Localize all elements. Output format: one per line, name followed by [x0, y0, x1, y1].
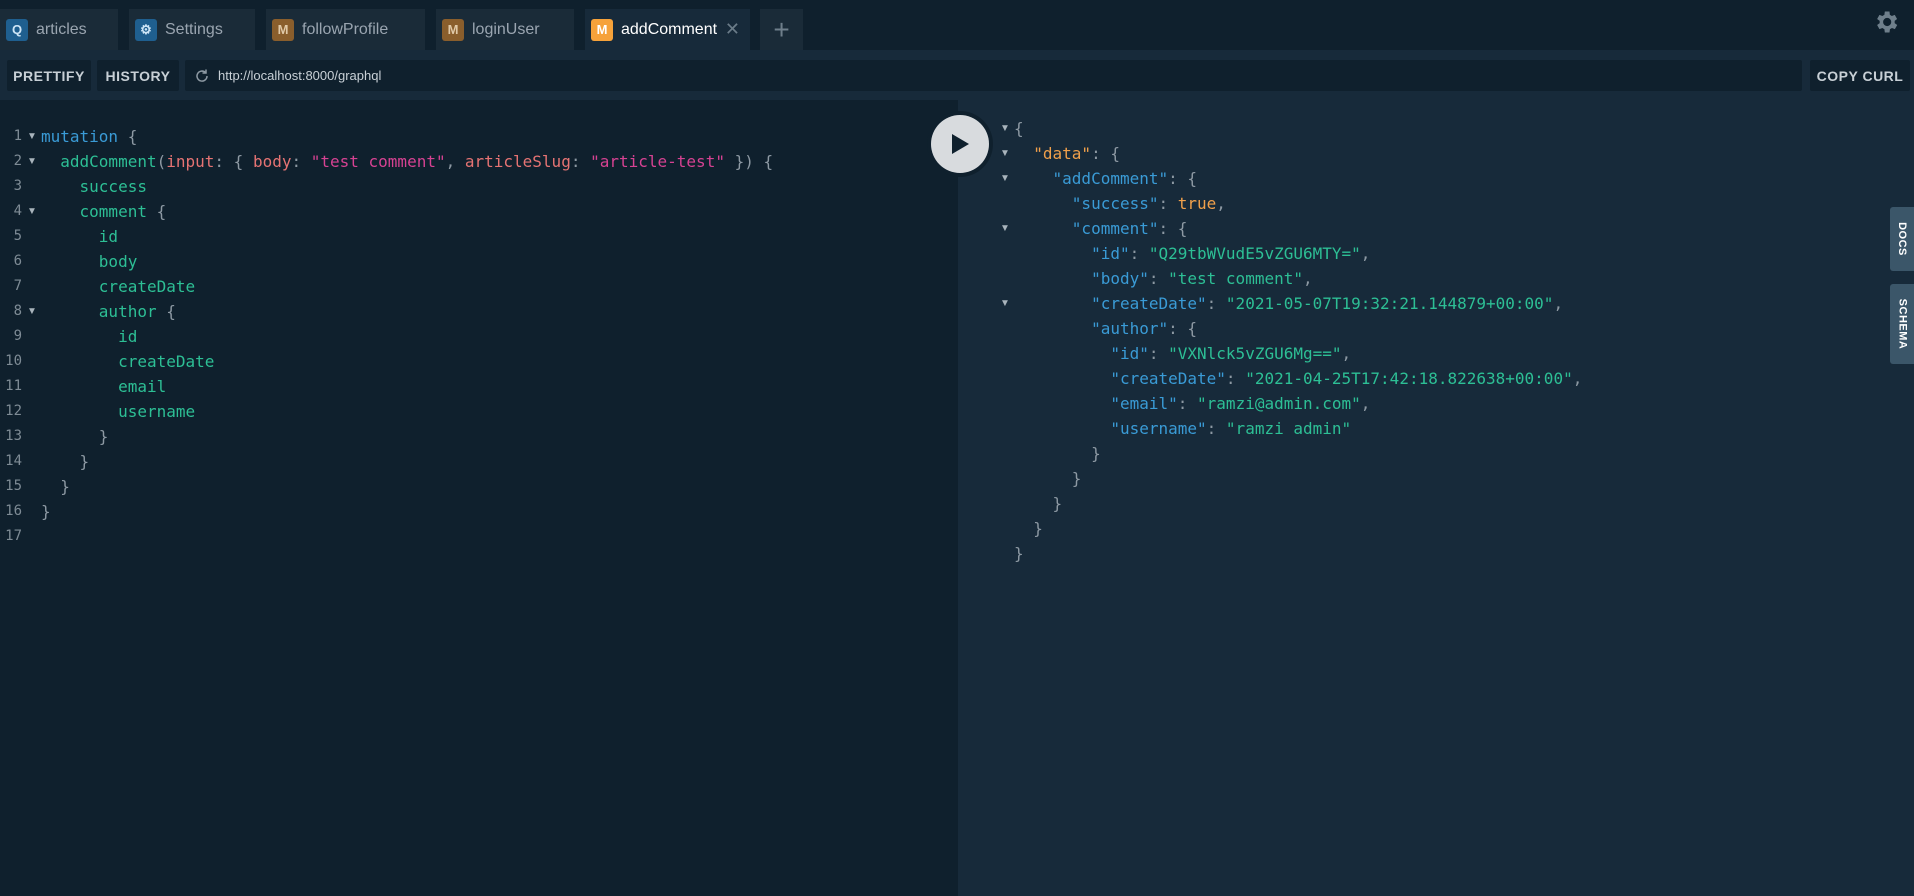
- tab-settings[interactable]: ⚙ Settings: [129, 9, 255, 50]
- tab-addcomment[interactable]: M addComment ✕: [585, 9, 750, 50]
- add-tab-button[interactable]: +: [760, 9, 803, 50]
- line-number: 6: [13, 253, 22, 269]
- code-line-5: id: [41, 227, 119, 246]
- response-viewer[interactable]: ▼ ▼ ▼ ▼ ▼ { "data": { "addComment": { "s…: [958, 100, 1914, 896]
- fold-arrow-icon[interactable]: ▼: [1000, 216, 1010, 241]
- code-line-13: }: [41, 427, 109, 446]
- mutation-badge-icon: M: [442, 18, 464, 41]
- line-number: 8: [13, 303, 22, 319]
- line-number: 12: [5, 403, 22, 419]
- tab-label: Settings: [165, 20, 223, 38]
- prettify-button[interactable]: PRETTIFY: [7, 60, 91, 91]
- run-query-button[interactable]: [927, 111, 993, 177]
- line-number: 2: [13, 153, 22, 169]
- line-number: 7: [13, 278, 22, 294]
- code-line-15: }: [41, 477, 70, 496]
- json-line: "author": {: [1091, 319, 1198, 338]
- line-number: 11: [5, 378, 22, 394]
- line-number: 1: [13, 128, 22, 144]
- json-line: "createDate": "2021-05-07T19:32:21.14487…: [1091, 294, 1564, 313]
- line-number: 17: [5, 528, 22, 544]
- line-number: 3: [13, 178, 22, 194]
- tab-label: addComment: [621, 20, 718, 38]
- json-line: "username": "ramzi admin": [1110, 419, 1352, 438]
- endpoint-url-text: http://localhost:8000/graphql: [218, 68, 382, 83]
- tab-label: loginUser: [472, 20, 540, 38]
- mutation-badge-icon: M: [272, 18, 294, 41]
- line-number: 15: [5, 478, 22, 494]
- line-number: 16: [5, 503, 22, 519]
- refresh-icon[interactable]: [194, 68, 210, 84]
- json-line: }: [1014, 444, 1101, 463]
- settings-gear-icon[interactable]: [1872, 8, 1900, 36]
- copy-curl-button[interactable]: COPY CURL: [1810, 60, 1910, 91]
- json-line: {: [1014, 119, 1024, 138]
- json-line: }: [1014, 469, 1082, 488]
- line-number: 9: [13, 328, 22, 344]
- query-editor[interactable]: 1 2 3 4 5 6 7 8 9 10 11 12 13 14 15 16 17 mutation { add…: [0, 100, 958, 896]
- json-line: "body": "test comment",: [1091, 269, 1313, 288]
- tab-loginuser[interactable]: M loginUser: [436, 9, 574, 50]
- json-line: "success": true,: [1071, 194, 1226, 213]
- code-line-12: username: [41, 402, 196, 421]
- query-badge-icon: Q: [6, 18, 28, 41]
- fold-arrow-icon[interactable]: ▼: [27, 124, 37, 149]
- docs-tab[interactable]: DOCS: [1890, 207, 1914, 271]
- json-line: }: [1014, 544, 1024, 563]
- line-number: 10: [5, 353, 22, 369]
- fold-arrow-icon[interactable]: ▼: [1000, 116, 1010, 141]
- line-number: 5: [13, 228, 22, 244]
- code-line-7: createDate: [41, 277, 196, 296]
- schema-tab[interactable]: SCHEMA: [1890, 284, 1914, 364]
- play-icon: [952, 134, 969, 154]
- code-line-3: success: [41, 177, 147, 196]
- code-line-1: mutation {: [41, 127, 138, 146]
- tab-bar: Q articles ⚙ Settings M followProfile M …: [0, 0, 1914, 50]
- endpoint-url-field[interactable]: http://localhost:8000/graphql: [185, 60, 1802, 91]
- tab-followprofile[interactable]: M followProfile: [266, 9, 425, 50]
- code-line-16: }: [41, 502, 51, 521]
- json-line: "addComment": {: [1052, 169, 1198, 188]
- code-line-6: body: [41, 252, 138, 271]
- fold-arrow-icon[interactable]: ▼: [1000, 166, 1010, 191]
- close-icon[interactable]: ✕: [725, 19, 740, 40]
- line-number: 4: [13, 203, 22, 219]
- fold-arrow-icon[interactable]: ▼: [27, 149, 37, 174]
- code-line-2: addComment(input: { body: "test comment"…: [60, 152, 774, 171]
- json-line: "data": {: [1033, 144, 1120, 163]
- fold-arrow-icon[interactable]: ▼: [1000, 141, 1010, 166]
- json-line: "createDate": "2021-04-25T17:42:18.82263…: [1110, 369, 1583, 388]
- tab-label: articles: [36, 20, 87, 38]
- line-number: 14: [5, 453, 22, 469]
- code-line-14: }: [41, 452, 90, 471]
- toolbar: PRETTIFY HISTORY http://localhost:8000/g…: [0, 50, 1914, 100]
- tab-articles[interactable]: Q articles: [0, 9, 118, 50]
- json-line: "id": "VXNlck5vZGU6Mg==",: [1110, 344, 1352, 363]
- json-line: }: [1014, 519, 1043, 538]
- mutation-badge-icon: M: [591, 18, 613, 41]
- json-line: "email": "ramzi@admin.com",: [1110, 394, 1371, 413]
- fold-arrow-icon[interactable]: ▼: [27, 299, 37, 324]
- code-line-9: id: [41, 327, 138, 346]
- gear-badge-icon: ⚙: [135, 18, 157, 41]
- code-line-4: comment {: [79, 202, 167, 221]
- json-line: "comment": {: [1071, 219, 1188, 238]
- code-line-10: createDate: [41, 352, 215, 371]
- tab-label: followProfile: [302, 20, 389, 38]
- keyword-mutation: mutation: [41, 127, 119, 146]
- code-line-8: author {: [98, 302, 176, 321]
- fold-arrow-icon[interactable]: ▼: [27, 199, 37, 224]
- json-line: "id": "Q29tbWVudE5vZGU6MTY=",: [1091, 244, 1371, 263]
- line-number: 13: [5, 428, 22, 444]
- code-line-11: email: [41, 377, 167, 396]
- json-line: }: [1014, 494, 1063, 513]
- fold-arrow-icon[interactable]: ▼: [1000, 291, 1010, 316]
- history-button[interactable]: HISTORY: [97, 60, 179, 91]
